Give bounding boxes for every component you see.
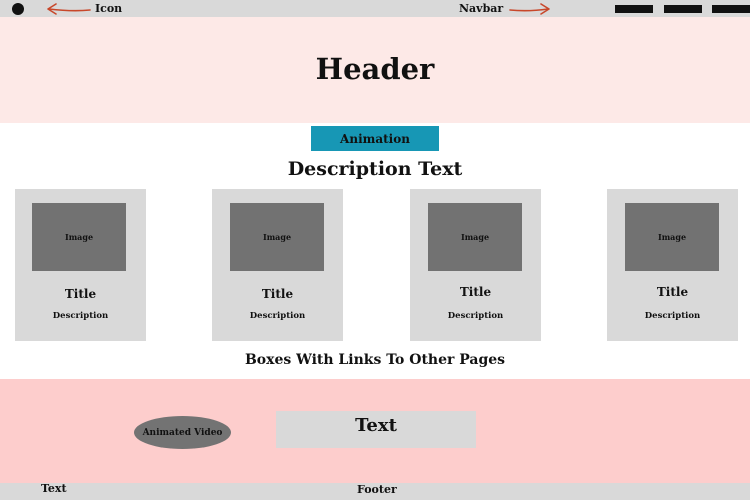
- icon-annotation-label: Icon: [95, 2, 123, 15]
- card-title: Title: [656, 285, 689, 299]
- animation-banner: Animation: [311, 126, 439, 151]
- header-title: Header: [315, 52, 435, 86]
- card-title: Title: [64, 287, 97, 301]
- card-image-label: Image: [262, 232, 292, 242]
- nav-menu-item-2[interactable]: [664, 5, 702, 13]
- card-image: Image: [428, 203, 522, 271]
- feature-text-box: Text: [276, 411, 476, 448]
- card-title: Title: [459, 285, 492, 299]
- card-title: Title: [261, 287, 294, 301]
- animated-video[interactable]: Animated Video: [134, 416, 231, 449]
- footer-label: Footer: [357, 483, 397, 496]
- card-image: Image: [625, 203, 719, 271]
- arrow-left-icon: [44, 3, 92, 15]
- card-image-label: Image: [460, 232, 490, 242]
- card-description: Description: [249, 311, 306, 321]
- arrow-right-icon: [508, 3, 552, 15]
- feature-text-label: Text: [355, 415, 397, 436]
- card-image-label: Image: [657, 232, 687, 242]
- footer-text: Text: [41, 482, 67, 495]
- nav-menu-item-3[interactable]: [712, 5, 750, 13]
- card-image-label: Image: [64, 232, 94, 242]
- logo-icon[interactable]: [12, 3, 24, 15]
- card-description: Description: [644, 311, 701, 321]
- card-image: Image: [32, 203, 126, 271]
- animation-label: Animation: [340, 131, 410, 146]
- card-description: Description: [52, 311, 109, 321]
- card-image: Image: [230, 203, 324, 271]
- boxes-caption: Boxes With Links To Other Pages: [244, 352, 506, 368]
- navbar-annotation-label: Navbar: [459, 2, 504, 15]
- nav-menu-item-1[interactable]: [615, 5, 653, 13]
- link-card[interactable]: Image Title Description: [212, 189, 343, 341]
- link-card[interactable]: Image Title Description: [15, 189, 146, 341]
- link-card[interactable]: Image Title Description: [410, 189, 541, 341]
- card-description: Description: [447, 311, 504, 321]
- description-text: Description Text: [287, 158, 463, 180]
- link-card[interactable]: Image Title Description: [607, 189, 738, 341]
- animated-video-label: Animated Video: [142, 427, 223, 438]
